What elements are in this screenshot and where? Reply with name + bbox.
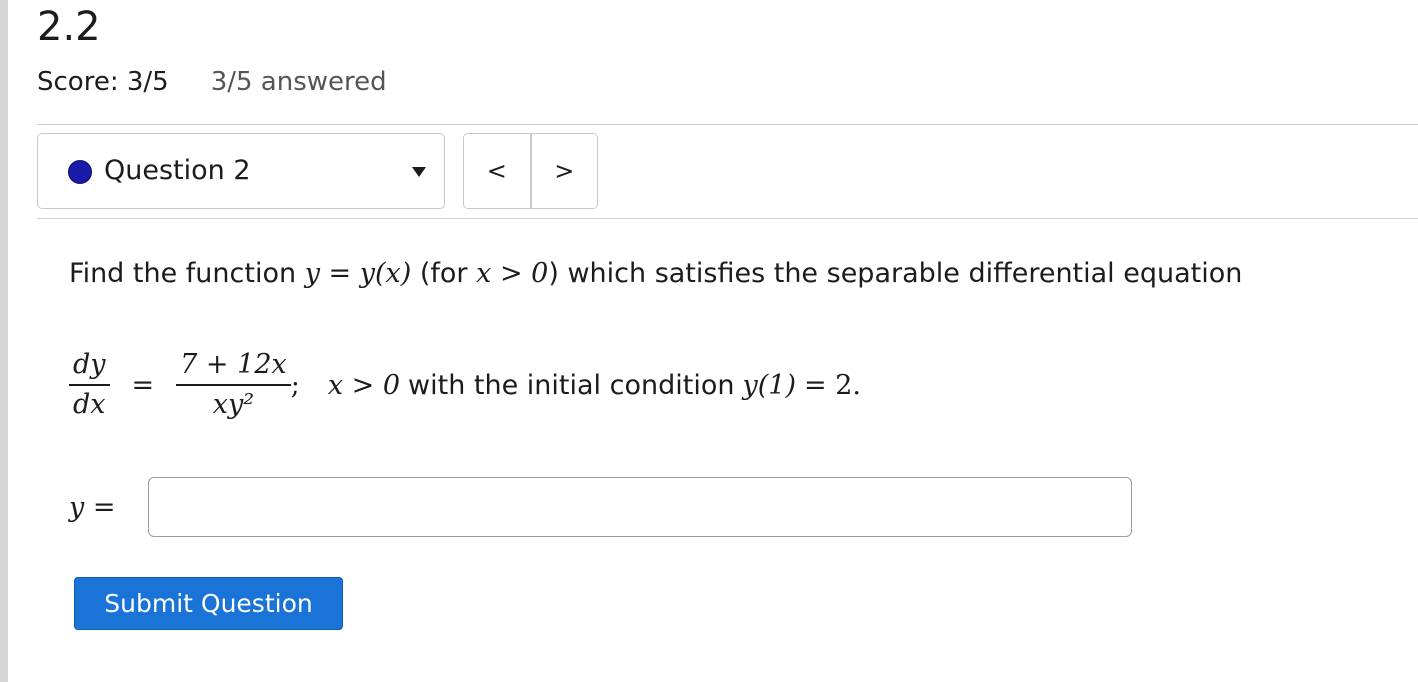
initial-value-math: = 2. — [803, 369, 861, 401]
divider-bottom — [37, 218, 1418, 219]
caret-down-icon — [412, 167, 426, 177]
selected-question-label: Question 2 — [104, 155, 251, 186]
rhs-fraction: 7 + 12x xy² — [176, 346, 291, 424]
domain-condition-math: x > 0 — [327, 369, 401, 401]
prompt-for-text: (for — [419, 258, 468, 289]
prompt-text-before: Find the function — [69, 258, 297, 289]
answer-label: y = — [69, 491, 116, 523]
initial-condition-text: with the initial condition — [408, 369, 735, 401]
answer-row: y = — [69, 477, 1132, 537]
answer-input[interactable] — [148, 477, 1132, 537]
score-row: Score: 3/5 3/5 answered — [37, 66, 387, 98]
equals-sign: = — [131, 369, 155, 401]
next-question-button[interactable]: > — [531, 134, 597, 208]
left-border — [0, 0, 8, 682]
previous-question-button[interactable]: < — [464, 134, 532, 208]
submit-question-button[interactable]: Submit Question — [74, 577, 343, 630]
score-label: Score: 3/5 — [37, 67, 169, 97]
prompt-text-after: ) which satisfies the separable differen… — [548, 258, 1243, 289]
rhs-denominator: xy² — [212, 388, 255, 420]
question-nav-group: < > — [463, 133, 598, 209]
prompt-function-math: y = y(x) — [304, 258, 412, 289]
derivative-fraction: dy dx — [69, 346, 110, 424]
question-select-dropdown[interactable]: Question 2 — [37, 133, 445, 209]
derivative-numerator: dy — [73, 349, 106, 381]
question-prompt: Find the function y = y(x) (for x > 0) w… — [69, 254, 1242, 294]
derivative-denominator: dx — [73, 388, 106, 420]
semicolon: ; — [290, 369, 300, 401]
prompt-condition-math: x > 0 — [476, 258, 549, 289]
answered-count: 3/5 answered — [210, 67, 387, 97]
assignment-title: 2.2 — [37, 4, 101, 50]
rhs-numerator: 7 + 12x — [180, 349, 287, 381]
initial-condition-math: y(1) — [742, 369, 796, 401]
differential-equation: dy dx = 7 + 12x xy² ; x > 0 with the ini… — [69, 340, 861, 430]
question-status-dot-icon — [68, 160, 92, 184]
divider-top — [37, 124, 1418, 125]
